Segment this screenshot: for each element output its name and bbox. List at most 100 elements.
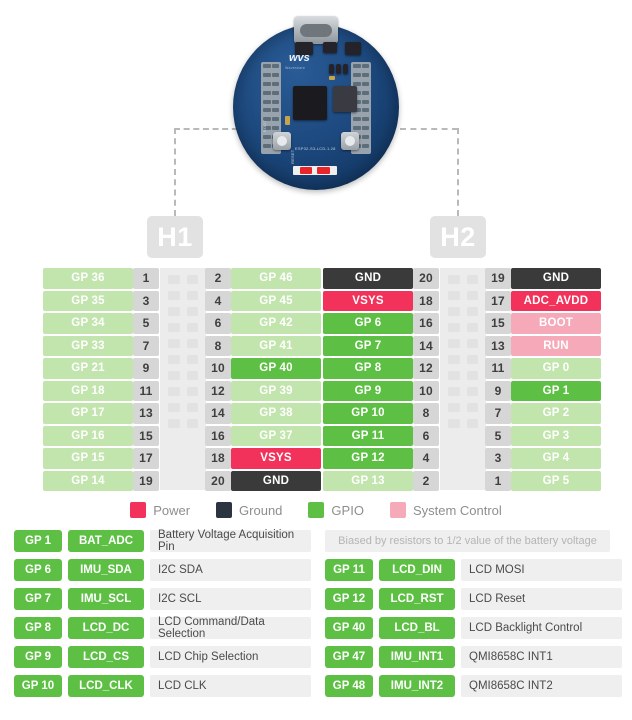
pin-strip-spacer — [159, 448, 205, 469]
pin-name-right[interactable]: GP 45 — [231, 290, 321, 311]
pin-name-right[interactable]: GP 5 — [511, 470, 601, 491]
pin-name-right[interactable]: GP 1 — [511, 380, 601, 401]
pin-name-left[interactable]: GP 36 — [43, 268, 133, 289]
pin-name-left[interactable]: GP 6 — [323, 313, 413, 334]
pin-name-left[interactable]: GP 35 — [43, 290, 133, 311]
pin-name-right[interactable]: GP 37 — [231, 425, 321, 446]
pin-number-right: 13 — [485, 335, 511, 356]
pin-name-right[interactable]: GND — [231, 470, 321, 491]
pin-name-left[interactable]: GP 17 — [43, 403, 133, 424]
pin-strip-spacer — [439, 403, 485, 424]
function-name-badge[interactable]: LCD_RST — [379, 588, 455, 610]
function-name-badge[interactable]: IMU_INT1 — [379, 646, 455, 668]
h1-pin-table: GP 36 1 2 GP 46 GP 35 3 4 GP 45 GP 34 5 6 GP 42 GP 3… — [43, 268, 321, 493]
function-gpio-badge[interactable]: GP 12 — [325, 588, 373, 610]
function-name-badge[interactable]: LCD_DIN — [379, 559, 455, 581]
battery-strip-red-right — [317, 167, 330, 174]
function-name-badge[interactable]: LCD_CS — [68, 646, 144, 668]
function-gpio-badge[interactable]: GP 9 — [14, 646, 62, 668]
pin-name-right[interactable]: GP 42 — [231, 313, 321, 334]
function-gpio-badge[interactable]: GP 6 — [14, 559, 62, 581]
function-gpio-badge[interactable]: GP 48 — [325, 675, 373, 697]
pin-name-left[interactable]: VSYS — [323, 290, 413, 311]
pin-number-right: 12 — [205, 380, 231, 401]
pin-name-left[interactable]: GP 9 — [323, 380, 413, 401]
pin-row: VSYS 18 17 ADC_AVDD — [323, 290, 601, 311]
function-gpio-badge[interactable]: GP 7 — [14, 588, 62, 610]
function-gpio-badge[interactable]: GP 8 — [14, 617, 62, 639]
legend-item: Ground — [216, 502, 282, 518]
board-illustration-area: H1 H2 wvs Waveshare ESP32-S3-LCD-1.28 BO… — [0, 0, 632, 260]
pin-name-right[interactable]: BOOT — [511, 313, 601, 334]
pin-strip-spacer — [159, 426, 205, 447]
pin-name-left[interactable]: GP 21 — [43, 358, 133, 379]
pin-number-right: 7 — [485, 403, 511, 424]
function-gpio-badge[interactable]: GP 40 — [325, 617, 373, 639]
legend-label: Power — [153, 502, 191, 518]
pin-name-right[interactable]: VSYS — [231, 448, 321, 469]
function-name-badge[interactable]: BAT_ADC — [68, 530, 144, 552]
function-name-badge[interactable]: LCD_DC — [68, 617, 144, 639]
pin-name-right[interactable]: GP 4 — [511, 448, 601, 469]
pin-name-right[interactable]: GP 2 — [511, 403, 601, 424]
pin-number-left: 14 — [413, 335, 439, 356]
pin-number-right: 18 — [205, 448, 231, 469]
pin-name-left[interactable]: GP 33 — [43, 335, 133, 356]
pin-strip-spacer — [159, 381, 205, 402]
pin-name-left[interactable]: GP 7 — [323, 335, 413, 356]
pin-name-left[interactable]: GP 34 — [43, 313, 133, 334]
pin-name-right[interactable]: GP 46 — [231, 268, 321, 289]
pin-name-left[interactable]: GP 16 — [43, 425, 133, 446]
pin-number-right: 11 — [485, 358, 511, 379]
pin-row: GP 10 8 7 GP 2 — [323, 403, 601, 424]
pin-strip-spacer — [439, 471, 485, 492]
function-name-badge[interactable]: LCD_BL — [379, 617, 455, 639]
pin-row: GP 18 11 12 GP 39 — [43, 380, 321, 402]
pin-name-left[interactable]: GP 14 — [43, 470, 133, 491]
pin-name-right[interactable]: GP 39 — [231, 380, 321, 401]
function-name-badge[interactable]: LCD_CLK — [68, 675, 144, 697]
pin-name-left[interactable]: GP 8 — [323, 358, 413, 379]
pcb-board: wvs Waveshare ESP32-S3-LCD-1.28 BOOT RES… — [233, 16, 399, 190]
reset-button-icon — [341, 132, 359, 150]
function-name-badge[interactable]: IMU_SDA — [68, 559, 144, 581]
function-table-left-column: GP 1 BAT_ADC Battery Voltage Acquisition P… — [14, 529, 311, 704]
pin-name-right[interactable]: RUN — [511, 335, 601, 356]
pin-number-left: 10 — [413, 380, 439, 401]
function-gpio-badge[interactable]: GP 11 — [325, 559, 373, 581]
pin-name-left[interactable]: GP 18 — [43, 380, 133, 401]
pin-strip-spacer — [159, 291, 205, 312]
battery-connector-strip — [293, 166, 337, 175]
pin-name-left[interactable]: GP 10 — [323, 403, 413, 424]
pin-name-left[interactable]: GND — [323, 268, 413, 289]
pin-strip-spacer — [159, 336, 205, 357]
pin-name-right[interactable]: GP 3 — [511, 425, 601, 446]
function-gpio-badge[interactable]: GP 1 — [14, 530, 62, 552]
pin-name-left[interactable]: GP 11 — [323, 425, 413, 446]
pin-name-left[interactable]: GP 15 — [43, 448, 133, 469]
function-row: GP 10 LCD_CLK LCD CLK — [14, 675, 311, 697]
pin-row: GP 36 1 2 GP 46 — [43, 268, 321, 289]
leader-line-h1-vertical — [174, 128, 176, 216]
function-name-badge[interactable]: IMU_SCL — [68, 588, 144, 610]
header-badge-h2-label: H2 — [440, 221, 476, 252]
pin-number-left: 19 — [133, 470, 159, 491]
function-gpio-badge[interactable]: GP 10 — [14, 675, 62, 697]
function-description: QMI8658C INT1 — [461, 646, 622, 668]
function-name-badge[interactable]: IMU_INT2 — [379, 675, 455, 697]
pin-number-left: 20 — [413, 268, 439, 289]
pin-name-right[interactable]: GP 40 — [231, 358, 321, 379]
pin-name-left[interactable]: GP 12 — [323, 448, 413, 469]
function-gpio-badge[interactable]: GP 47 — [325, 646, 373, 668]
pin-name-right[interactable]: GP 38 — [231, 403, 321, 424]
pin-name-right[interactable]: ADC_AVDD — [511, 290, 601, 311]
pin-strip-spacer — [439, 426, 485, 447]
pin-name-right[interactable]: GP 41 — [231, 335, 321, 356]
pin-name-left[interactable]: GP 13 — [323, 470, 413, 491]
legend-swatch-icon — [130, 502, 147, 518]
pin-name-right[interactable]: GP 0 — [511, 358, 601, 379]
pin-number-left: 5 — [133, 313, 159, 334]
pin-strip-spacer — [159, 358, 205, 379]
pin-name-right[interactable]: GND — [511, 268, 601, 289]
function-row: GP 48 IMU_INT2 QMI8658C INT2 — [325, 675, 622, 697]
